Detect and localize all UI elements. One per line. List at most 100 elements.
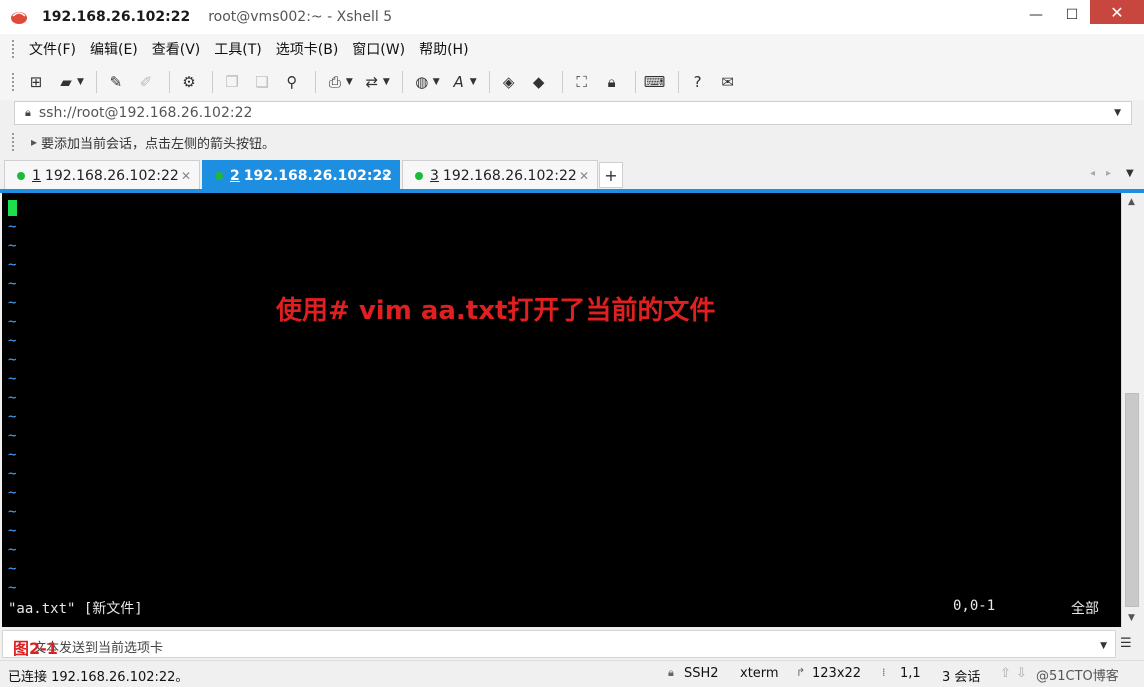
menu-grip (12, 40, 15, 58)
tab-session-2[interactable]: 2 192.168.26.102:22 ✕ (202, 160, 400, 190)
hint-text: 要添加当前会话，点击左侧的箭头按钮。 (41, 136, 276, 152)
font-dropdown-arrow[interactable]: ▼ (470, 77, 477, 87)
scrollbar-thumb[interactable] (1125, 393, 1139, 607)
vim-tilde-line: ~ (8, 333, 17, 349)
vim-cursor-position: 0,0-1 (953, 598, 996, 614)
xshell-logo-icon (11, 12, 27, 24)
status-bar: 已连接 192.168.26.102:22。 🔒︎ SSH2 xterm ↱ 1… (0, 660, 1144, 687)
vim-tilde-line: ~ (8, 276, 17, 292)
toolbar-separator (677, 71, 679, 93)
vim-tilde-line: ~ (8, 466, 17, 482)
close-button[interactable]: ✕ (1090, 0, 1144, 24)
vim-tilde-line: ~ (8, 428, 17, 444)
toolbar-separator (634, 71, 636, 93)
download-arrow-icon: ⇩ (1016, 666, 1027, 681)
tab-close-icon[interactable]: ✕ (579, 169, 589, 183)
tab-close-icon[interactable]: ✕ (181, 169, 191, 183)
menu-window[interactable]: 窗口(W) (346, 39, 411, 59)
minimize-button[interactable]: — (1016, 0, 1056, 30)
open-dropdown-arrow[interactable]: ▼ (77, 77, 84, 87)
lock-icon[interactable]: 🔒︎ (599, 69, 625, 95)
vim-tilde-line: ~ (8, 371, 17, 387)
paste-icon[interactable]: ❏ (249, 69, 275, 95)
print-icon[interactable]: ⎙ (322, 69, 348, 95)
tab-bar: 1 192.168.26.102:22 ✕ 2 192.168.26.102:2… (0, 158, 1144, 190)
disconnect-icon[interactable]: ✐ (133, 69, 159, 95)
cursor-pos-icon: ⁞ (882, 666, 886, 679)
toolbar-separator (401, 71, 403, 93)
connected-dot-icon (415, 171, 423, 180)
chat-icon[interactable]: ✉ (715, 69, 741, 95)
keyboard-icon[interactable]: ⌨ (642, 69, 668, 95)
watermark-text: @51CTO博客 (1036, 669, 1119, 684)
print-dropdown-arrow[interactable]: ▼ (346, 77, 353, 87)
menu-view[interactable]: 查看(V) (146, 39, 207, 59)
compose-dropdown-icon[interactable]: ▼ (1100, 641, 1107, 651)
toolbar-grip (12, 73, 15, 91)
tab-close-icon[interactable]: ✕ (381, 169, 391, 183)
font-icon[interactable]: A (446, 69, 472, 95)
address-value[interactable]: ssh://root@192.168.26.102:22 (39, 105, 253, 121)
connection-status: 已连接 192.168.26.102:22。 (8, 670, 189, 685)
globe-dropdown-arrow[interactable]: ▼ (433, 77, 440, 87)
vim-tilde-line: ~ (8, 409, 17, 425)
toolbar-separator (95, 71, 97, 93)
tab-list-dropdown-icon[interactable]: ▼ (1126, 168, 1134, 179)
fullscreen-icon[interactable]: ⛶ (569, 69, 595, 95)
toolbar-separator (314, 71, 316, 93)
compose-input-bar[interactable]: 文本发送到当前选项卡 图2-1 ▼ (2, 630, 1116, 658)
vim-tilde-line: ~ (8, 390, 17, 406)
toolbar-separator (211, 71, 213, 93)
connected-dot-icon (17, 171, 25, 180)
vim-tilde-line: ~ (8, 295, 17, 311)
tab-session-1[interactable]: 1 192.168.26.102:22 ✕ (4, 160, 200, 190)
copy-icon[interactable]: ❐ (219, 69, 245, 95)
properties-icon[interactable]: ⚙ (176, 69, 202, 95)
terminal-scrollbar[interactable]: ▲ ▼ (1121, 193, 1142, 627)
tab-session-3[interactable]: 3 192.168.26.102:22 ✕ (402, 160, 598, 190)
menu-file[interactable]: 文件(F) (23, 39, 82, 59)
tab-label: 192.168.26.102:22 (442, 167, 577, 184)
tab-scroll-left-icon[interactable]: ◂ (1090, 168, 1095, 179)
figure-label: 图2-1 (13, 639, 58, 658)
upload-arrow-icon: ⇧ (1000, 666, 1011, 681)
scroll-up-icon[interactable]: ▲ (1128, 197, 1135, 207)
open-folder-icon[interactable]: ▰ (53, 69, 79, 95)
xmanager-icon[interactable]: ◆ (526, 69, 552, 95)
toolbar-separator (488, 71, 490, 93)
terminal-screen[interactable]: ~ ~ ~ ~ ~ ~ ~ ~ ~ ~ ~ ~ ~ ~ ~ ~ ~ ~ ~ ~ 使用# vim aa.txt打开了当前… (2, 193, 1121, 627)
transfer-dropdown-arrow[interactable]: ▼ (383, 77, 390, 87)
hint-bar: ▸ 要添加当前会话，点击左侧的箭头按钮。 (0, 128, 1144, 156)
connect-icon[interactable]: ✎ (103, 69, 129, 95)
menu-tabs[interactable]: 选项卡(B) (270, 39, 345, 59)
vim-tilde-line: ~ (8, 238, 17, 254)
vim-tilde-line: ~ (8, 352, 17, 368)
menu-help[interactable]: 帮助(H) (413, 39, 474, 59)
menu-edit[interactable]: 编辑(E) (84, 39, 144, 59)
transfer-icon[interactable]: ⇄ (359, 69, 385, 95)
terminal-type-status: xterm (740, 666, 779, 681)
size-icon: ↱ (796, 666, 806, 679)
title-bar: 192.168.26.102:22 root@vms002:~ - Xshell… (0, 0, 1144, 34)
tab-label: 192.168.26.102:22 (44, 167, 179, 184)
xftp-icon[interactable]: ◈ (496, 69, 522, 95)
menu-bar: 文件(F) 编辑(E) 查看(V) 工具(T) 选项卡(B) 窗口(W) 帮助(… (0, 34, 1144, 64)
globe-icon[interactable]: ◍ (409, 69, 435, 95)
address-dropdown-icon[interactable]: ▼ (1114, 108, 1121, 118)
vim-tilde-line: ~ (8, 314, 17, 330)
find-icon[interactable]: ⚲ (279, 69, 305, 95)
maximize-button[interactable]: ☐ (1052, 0, 1092, 30)
new-session-icon[interactable]: ⊞ (23, 69, 49, 95)
annotation-text: 使用# vim aa.txt打开了当前的文件 (276, 296, 716, 326)
compose-menu-icon[interactable]: ☰ (1120, 636, 1132, 651)
window-subtitle: root@vms002:~ - Xshell 5 (208, 9, 393, 25)
tab-number: 2 (230, 167, 240, 184)
tab-number: 1 (32, 167, 41, 184)
menu-tools[interactable]: 工具(T) (208, 39, 267, 59)
address-bar[interactable]: 🔒︎ ssh://root@192.168.26.102:22 ▼ (14, 101, 1132, 125)
new-tab-button[interactable]: + (599, 162, 623, 188)
help-icon[interactable]: ? (685, 69, 711, 95)
add-session-arrow-icon[interactable]: ▸ (31, 135, 37, 149)
scroll-down-icon[interactable]: ▼ (1128, 613, 1135, 623)
tab-scroll-right-icon[interactable]: ▸ (1106, 168, 1111, 179)
